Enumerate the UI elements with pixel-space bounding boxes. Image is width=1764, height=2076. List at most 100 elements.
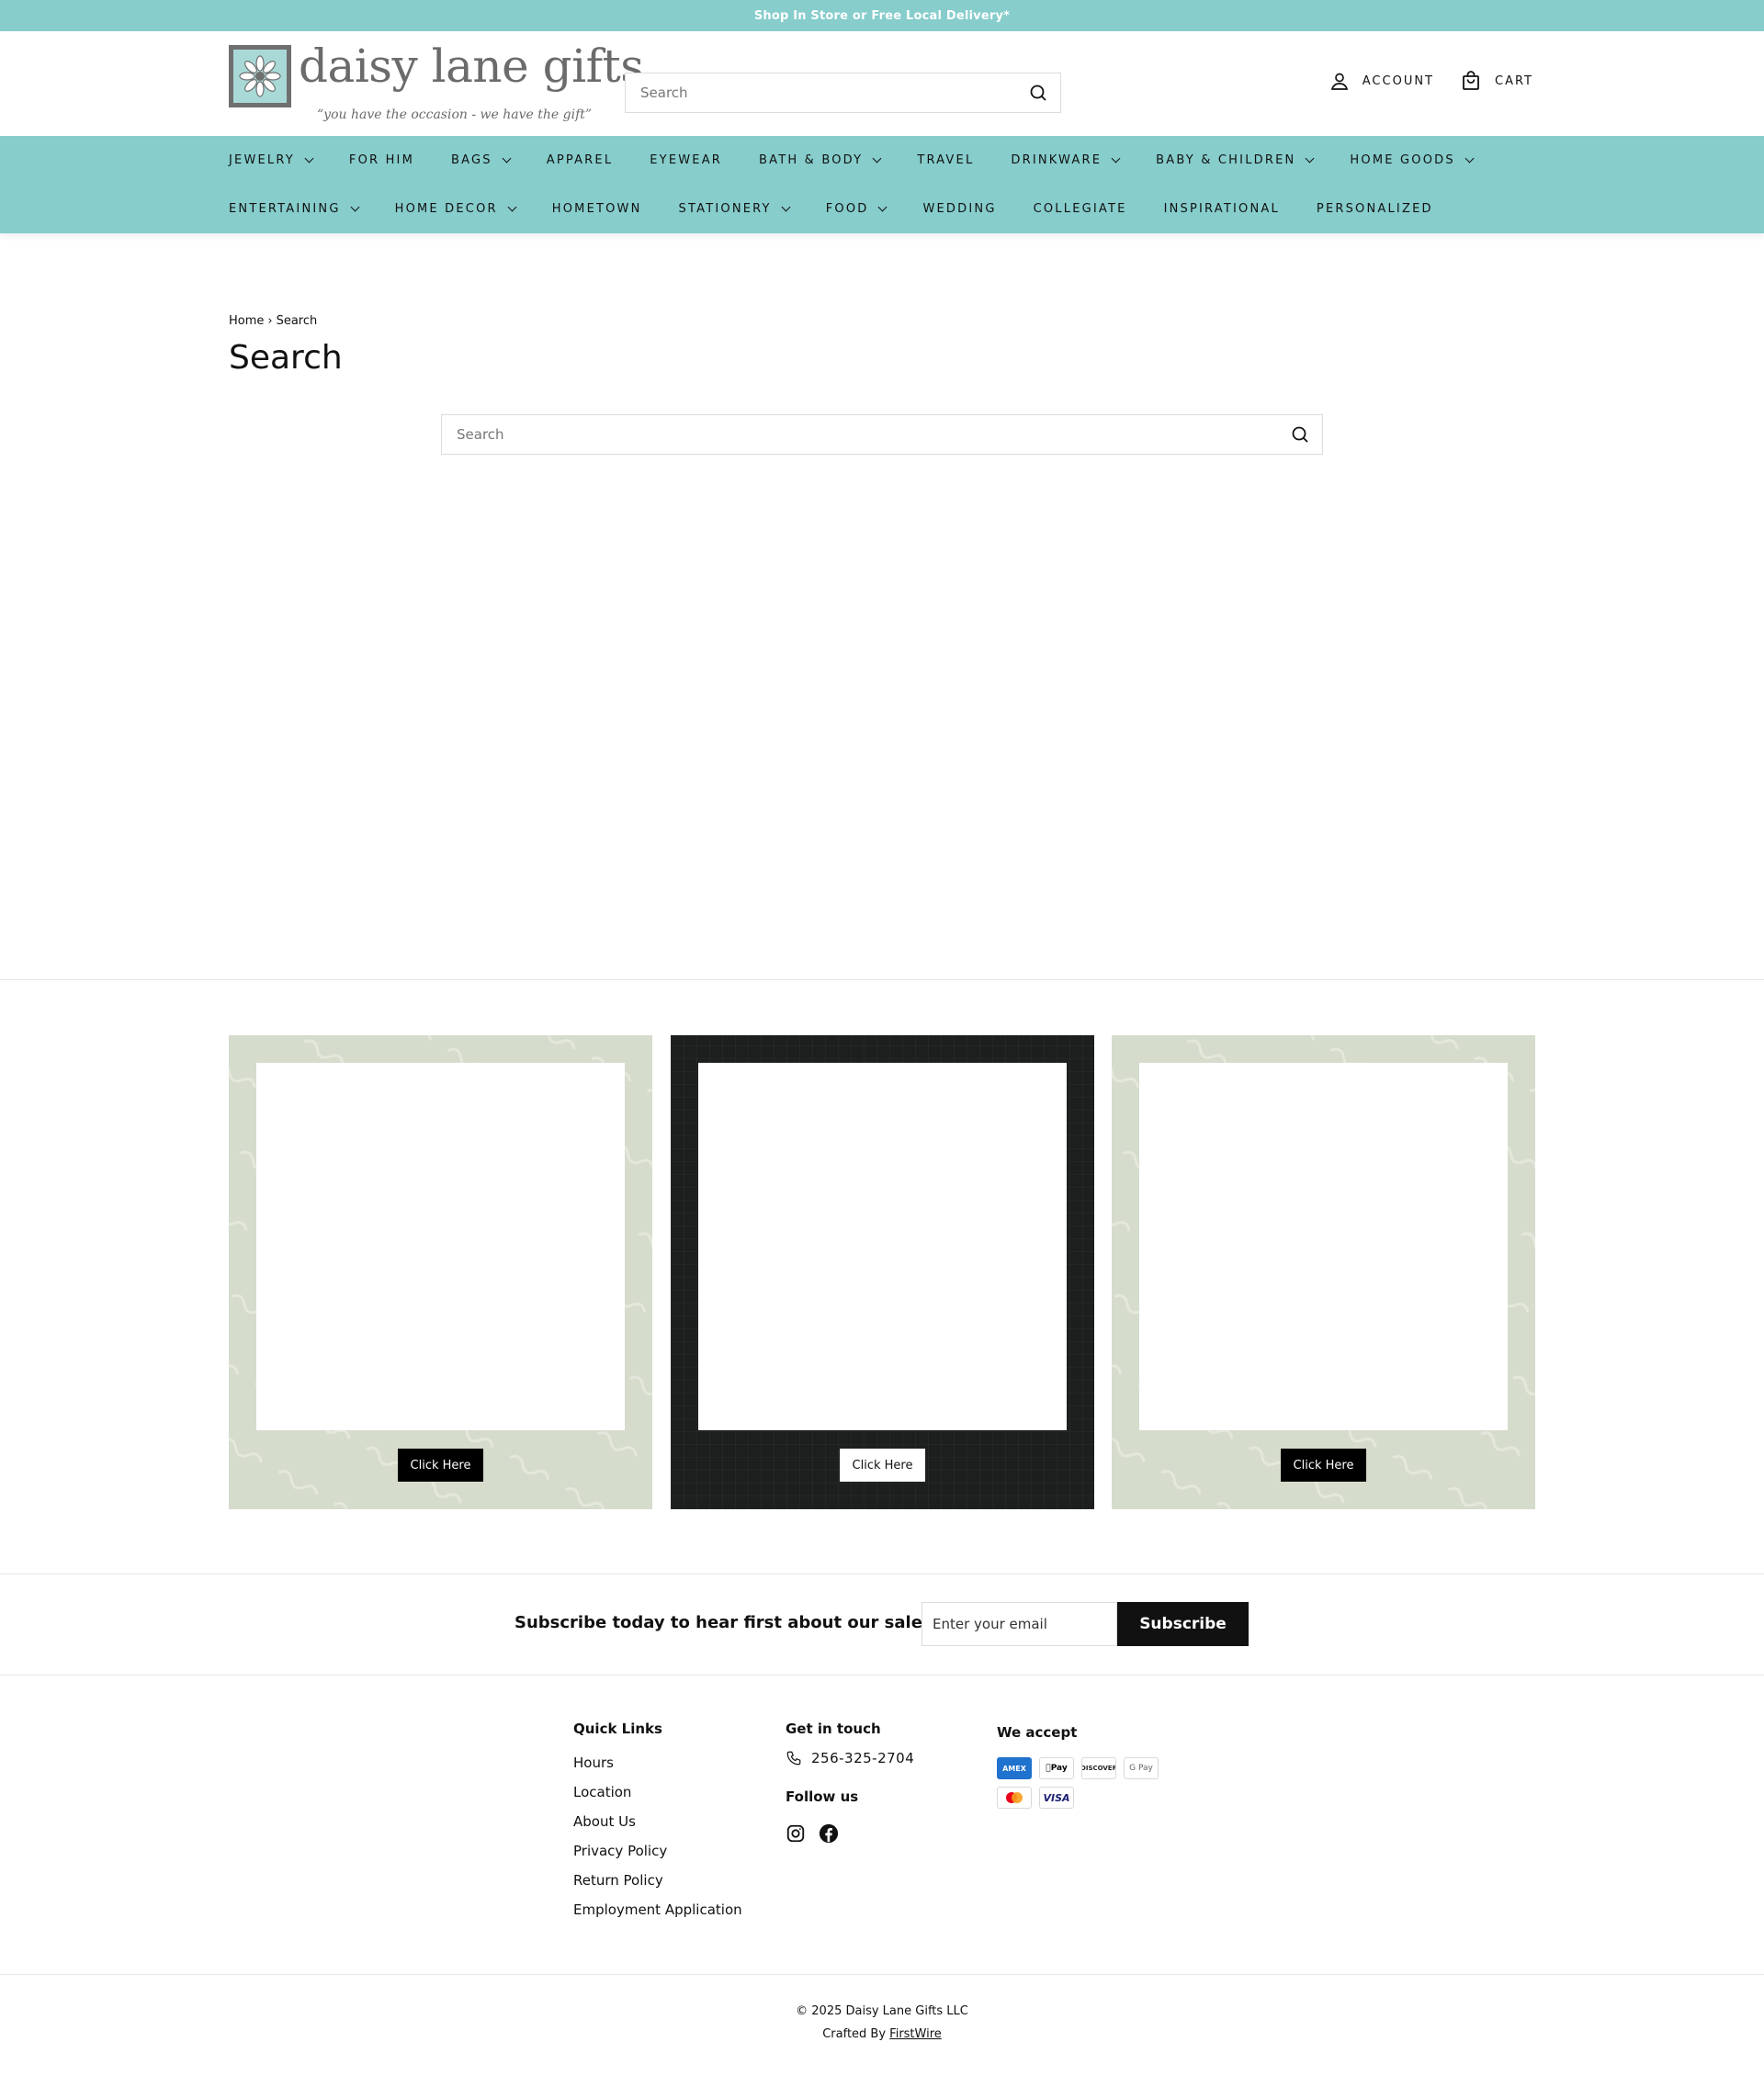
nav-item-inspirational[interactable]: INSPIRATIONAL (1164, 202, 1280, 216)
search-icon[interactable] (1287, 422, 1313, 447)
quick-links-heading: Quick Links (573, 1721, 662, 1737)
nav-label: TRAVEL (917, 153, 975, 167)
quick-links-list: Hours Location About Us Privacy Policy R… (573, 1754, 742, 1930)
footer-link-hours[interactable]: Hours (573, 1754, 742, 1783)
search-icon[interactable] (1025, 80, 1051, 106)
nav-label: HOME GOODS (1350, 153, 1455, 167)
phone-icon (786, 1751, 801, 1766)
facebook-icon[interactable] (819, 1823, 839, 1844)
nav-item-personalized[interactable]: PERSONALIZED (1317, 202, 1433, 216)
nav-label: BABY & CHILDREN (1156, 153, 1296, 167)
nav-label: WEDDING (922, 202, 997, 216)
nav-item-apparel[interactable]: APPAREL (547, 153, 614, 167)
nav-item-entertaining[interactable]: ENTERTAINING (229, 202, 360, 216)
nav-item-collegiate[interactable]: COLLEGIATE (1034, 202, 1127, 216)
email-field[interactable] (922, 1602, 1117, 1646)
nav-label: ENTERTAINING (229, 202, 341, 216)
promo-tile-3: Click Here (1112, 1035, 1535, 1509)
footer-contact: Get in touch 256-325-2704 Follow us (786, 1721, 914, 1844)
nav-item-bags[interactable]: BAGS (451, 153, 512, 167)
nav-item-travel[interactable]: TRAVEL (917, 153, 974, 167)
footer-link-employment-application[interactable]: Employment Application (573, 1901, 742, 1930)
crafted-by: Crafted By FirstWire (0, 2027, 1764, 2041)
chevron-down-icon (1305, 153, 1315, 164)
header-search-input[interactable] (626, 73, 1060, 112)
nav-item-bath-body[interactable]: BATH & BODY (759, 153, 882, 167)
crafted-by-link[interactable]: FirstWire (889, 2027, 942, 2041)
footer-link-about-us[interactable]: About Us (573, 1812, 742, 1842)
nav-label: DRINKWARE (1011, 153, 1102, 167)
nav-row-2: ENTERTAINING HOME DECOR HOMETOWN STATION… (229, 185, 1470, 233)
nav-item-home-goods[interactable]: HOME GOODS (1350, 153, 1475, 167)
apple-pay-label: Pay (1047, 1764, 1068, 1773)
nav-row-1: JEWELRY FOR HIM BAGS APPAREL EYEWEAR BAT… (229, 136, 1510, 185)
promo-image[interactable] (698, 1063, 1067, 1430)
main-search-input[interactable] (442, 415, 1322, 454)
site-header: daisy lane gifts “you have the occasion … (0, 31, 1764, 136)
account-label: ACCOUNT (1362, 73, 1434, 88)
nav-label: INSPIRATIONAL (1163, 202, 1280, 216)
promo-tile-2: Click Here (671, 1035, 1094, 1509)
chevron-down-icon (1111, 153, 1121, 164)
main-navigation: JEWELRY FOR HIM BAGS APPAREL EYEWEAR BAT… (0, 136, 1764, 233)
cart-link[interactable]: CART (1460, 70, 1533, 92)
chevron-down-icon (350, 202, 360, 212)
nav-label: PERSONALIZED (1316, 202, 1433, 216)
nav-item-jewelry[interactable]: JEWELRY (229, 153, 314, 167)
nav-item-hometown[interactable]: HOMETOWN (552, 202, 642, 216)
account-link[interactable]: ACCOUNT (1329, 71, 1434, 91)
footer-payments: We accept AMEX Pay DISCOVER G Pay VISA (997, 1724, 1159, 1809)
nav-label: BATH & BODY (759, 153, 864, 167)
breadcrumb: Home › Search (229, 314, 317, 328)
promo-image[interactable] (1139, 1063, 1508, 1430)
mastercard-icon (997, 1787, 1032, 1809)
promo-button[interactable]: Click Here (1280, 1449, 1367, 1482)
cart-label: CART (1495, 73, 1533, 88)
chevron-down-icon (878, 202, 888, 212)
nav-item-food[interactable]: FOOD (825, 202, 888, 216)
apple-pay-icon: Pay (1039, 1757, 1074, 1779)
header-search (625, 73, 1061, 113)
nav-item-baby-children[interactable]: BABY & CHILDREN (1156, 153, 1315, 167)
announcement-text: Shop In Store or Free Local Delivery* (753, 8, 1011, 23)
announcement-bar: Shop In Store or Free Local Delivery* (0, 0, 1764, 31)
promo-tile-1: Click Here (229, 1035, 652, 1509)
nav-item-home-decor[interactable]: HOME DECOR (394, 202, 517, 216)
subscribe-label: Subscribe today to hear first about our … (514, 1613, 933, 1632)
promo-button[interactable]: Click Here (397, 1449, 484, 1482)
promo-image[interactable] (256, 1063, 625, 1430)
nav-item-stationery[interactable]: STATIONERY (679, 202, 791, 216)
instagram-icon[interactable] (786, 1823, 806, 1844)
nav-label: FOOD (825, 202, 869, 216)
header-actions: ACCOUNT CART (1329, 70, 1533, 92)
discover-icon: DISCOVER (1081, 1757, 1116, 1779)
subscribe-button[interactable]: Subscribe (1117, 1602, 1249, 1646)
nav-item-drinkware[interactable]: DRINKWARE (1011, 153, 1121, 167)
nav-item-wedding[interactable]: WEDDING (922, 202, 996, 216)
user-icon (1330, 73, 1348, 90)
chevron-down-icon (1464, 153, 1475, 164)
footer-link-location[interactable]: Location (573, 1783, 742, 1812)
nav-label: HOMETOWN (551, 202, 642, 216)
nav-label: JEWELRY (229, 153, 295, 167)
google-pay-icon: G Pay (1124, 1757, 1159, 1779)
footer-link-return-policy[interactable]: Return Policy (573, 1871, 742, 1901)
nav-item-for-him[interactable]: FOR HIM (349, 153, 414, 167)
chevron-down-icon (781, 202, 791, 212)
chevron-down-icon (502, 153, 512, 164)
daisy-logo-icon (229, 45, 291, 107)
nav-label: FOR HIM (348, 153, 415, 167)
breadcrumb-home[interactable]: Home (229, 314, 264, 328)
promo-button[interactable]: Click Here (839, 1449, 926, 1482)
page-title: Search (229, 339, 343, 377)
accept-heading: We accept (997, 1724, 1078, 1741)
main-search (441, 414, 1323, 455)
footer-link-privacy-policy[interactable]: Privacy Policy (573, 1842, 742, 1871)
section-divider (0, 1974, 1764, 1975)
chevron-down-icon (507, 202, 517, 212)
nav-item-eyewear[interactable]: EYEWEAR (650, 153, 722, 167)
phone-link[interactable]: 256-325-2704 (786, 1750, 914, 1766)
site-logo[interactable]: daisy lane gifts “you have the occasion … (229, 39, 644, 128)
nav-label: HOME DECOR (394, 202, 498, 216)
visa-icon: VISA (1039, 1787, 1074, 1809)
